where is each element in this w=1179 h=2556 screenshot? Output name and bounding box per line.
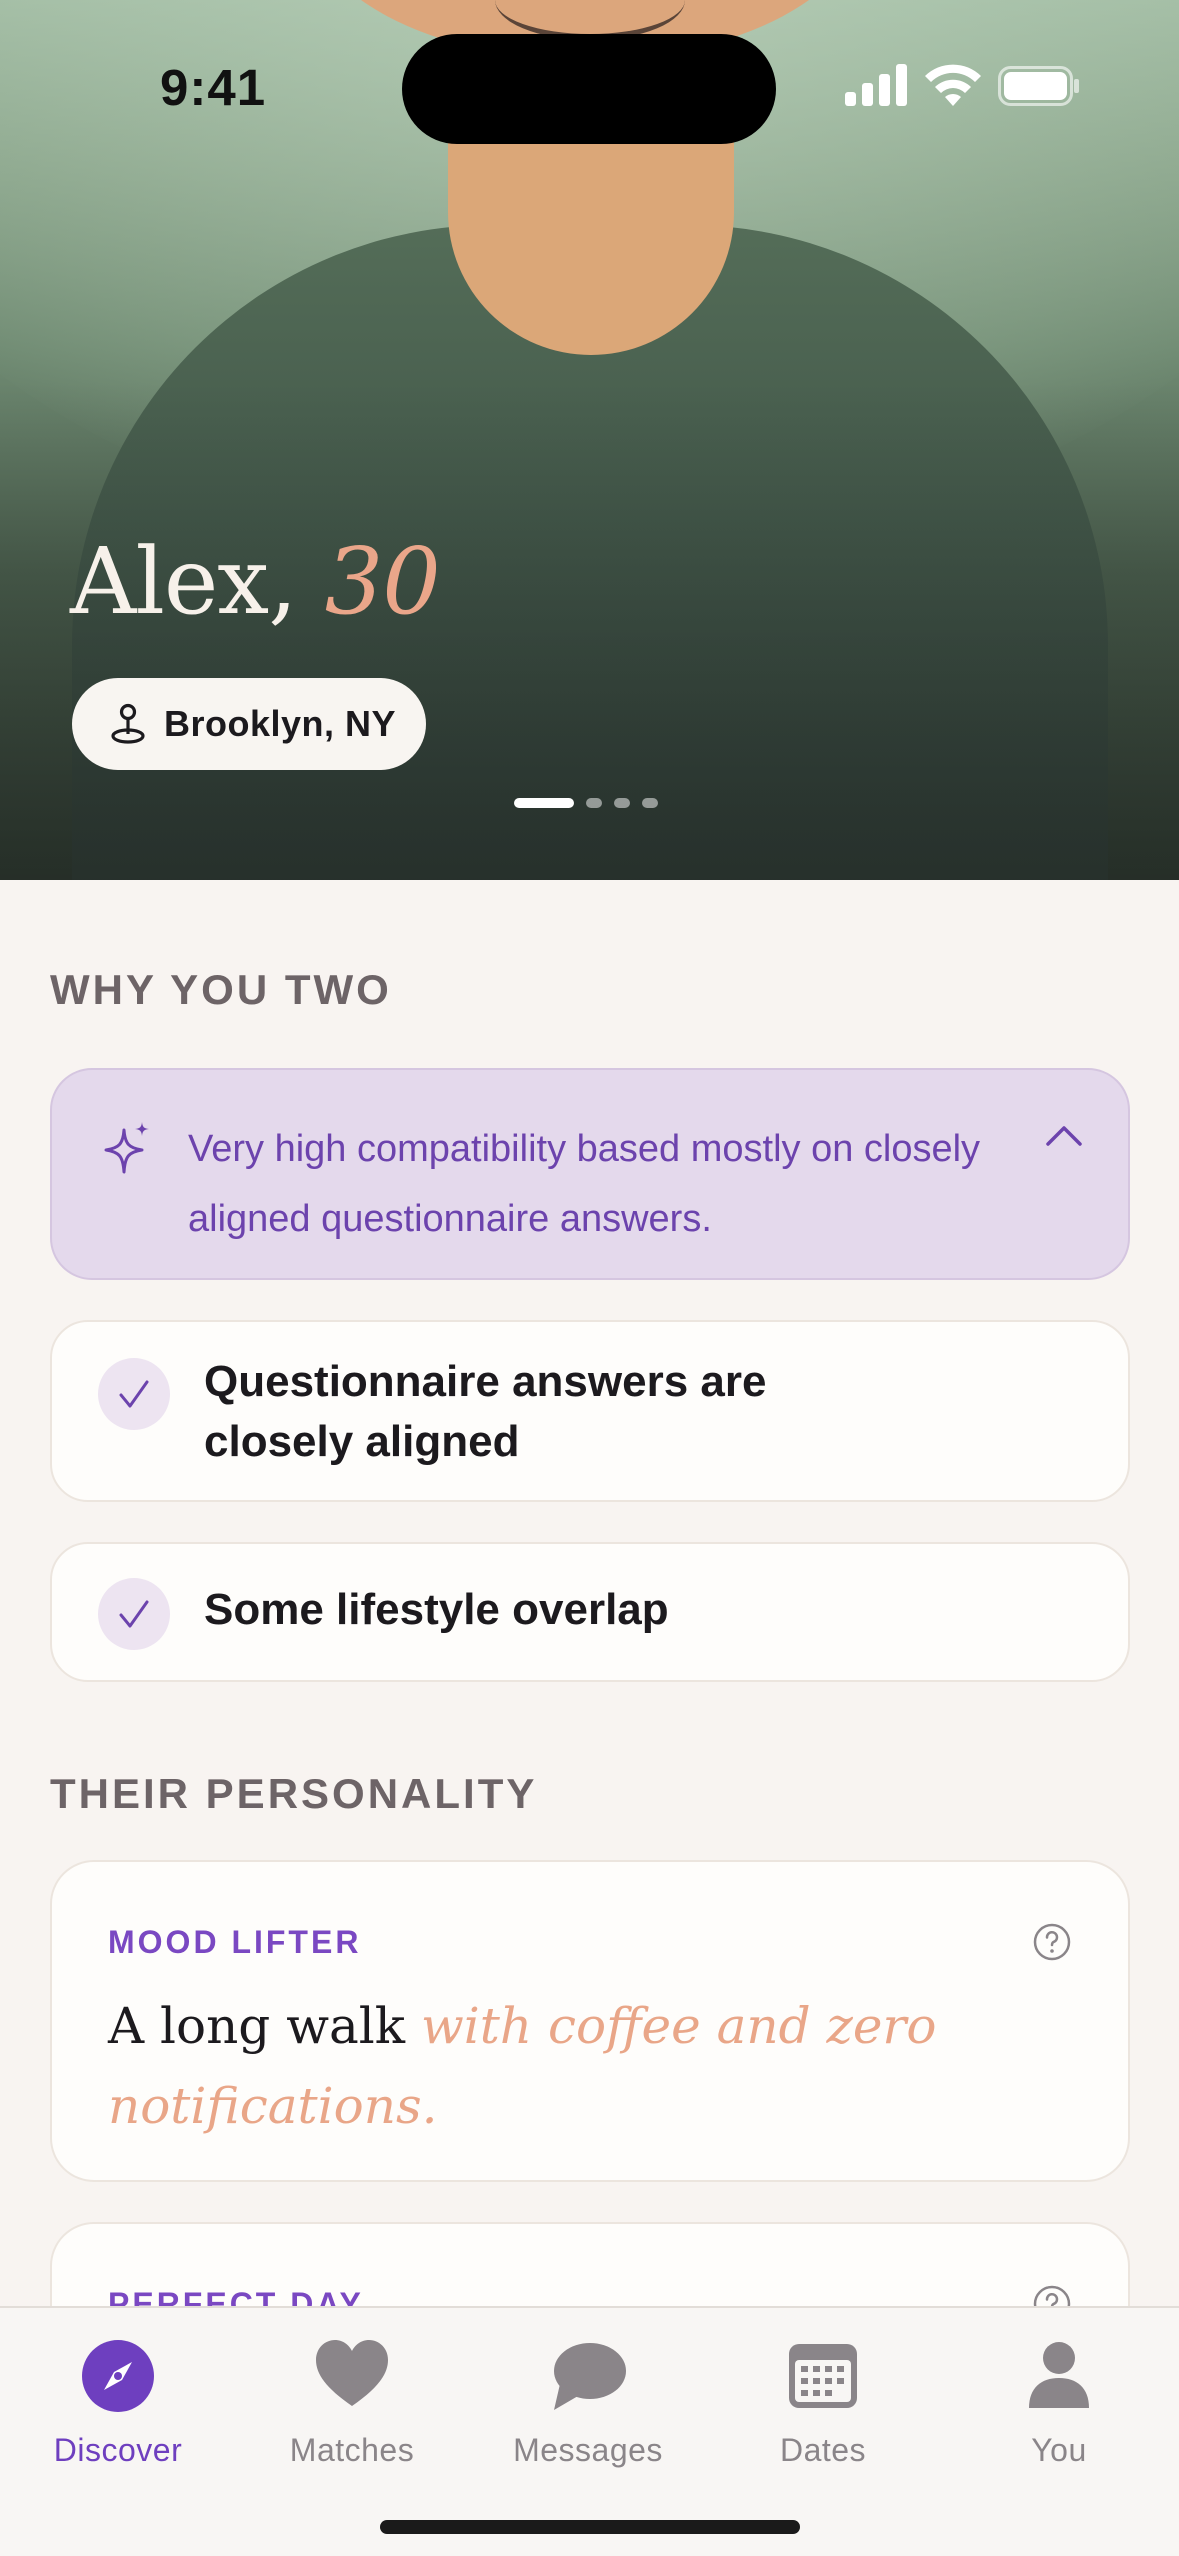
tab-label: Discover [53,2432,183,2468]
calendar-icon [789,2344,857,2408]
profile-age: 30 [324,528,441,635]
reason-item: Some lifestyle overlap [50,1542,1130,1682]
prompt-title: MOOD LIFTER [108,1924,362,1960]
reason-label: Questionnaire answers are closely aligne… [204,1352,766,1472]
photo-dot-2[interactable] [586,798,602,808]
tab-label: Matches [289,2432,415,2468]
reason-label: Some lifestyle overlap [204,1585,669,1634]
tab-bar: Discover Matches Messages Dates You [0,2306,1179,2556]
tab-dates[interactable]: Dates [723,2328,923,2478]
tab-matches[interactable]: Matches [252,2328,452,2478]
personality-prompt-card[interactable]: MOOD LIFTER A long walk with coffee and … [50,1860,1130,2182]
tab-label: You [1031,2432,1087,2468]
dynamic-island [402,34,776,144]
status-bar: 9:41 [0,0,1179,150]
compatibility-summary-card[interactable]: Very high compatibility based mostly on … [50,1068,1130,1280]
tab-messages[interactable]: Messages [488,2328,688,2478]
sparkle-icon [104,1122,149,1174]
battery-icon [998,66,1079,106]
help-circle-icon[interactable] [1032,1922,1072,1962]
checkmark-icon [119,1600,149,1628]
section-title-why-you-two: WHY YOU TWO [50,966,392,1013]
chat-bubble-icon [554,2343,626,2410]
status-time: 9:41 [160,59,267,116]
check-circle [98,1358,170,1430]
profile-name: Alex, [70,528,297,635]
reason-label-line-1: Questionnaire answers are [204,1357,767,1406]
photo-dot-4[interactable] [642,798,658,808]
cellular-signal-icon [845,64,907,106]
section-title-personality: THEIR PERSONALITY [50,1770,538,1817]
home-indicator [380,2520,800,2534]
wifi-icon [925,64,981,106]
prompt-answer: A long walk with coffee and zero notific… [108,1986,968,2146]
profile-name-age: Alex, 30 [70,528,441,635]
chevron-up-icon[interactable] [1044,1120,1084,1148]
person-icon [1029,2342,1089,2408]
photo-dot-1[interactable] [514,798,574,808]
tab-discover[interactable]: Discover [18,2328,218,2478]
prompt-answer-plain: A long walk [108,1997,421,2055]
location-label: Brooklyn, NY [164,703,397,744]
compatibility-summary-text: Very high compatibility based mostly on … [188,1128,981,1240]
photo-dot-3[interactable] [614,798,630,808]
location-pin-icon [111,703,145,744]
photo-page-indicator[interactable] [514,798,658,808]
check-circle [98,1578,170,1650]
reason-item: Questionnaire answers are closely aligne… [50,1320,1130,1502]
reason-label-line-2: closely aligned [204,1417,520,1466]
checkmark-icon [119,1380,149,1408]
tab-you[interactable]: You [959,2328,1159,2478]
tab-label: Messages [513,2432,663,2468]
heart-icon [316,2340,388,2406]
tab-label: Dates [779,2432,867,2468]
compass-icon [82,2340,154,2412]
location-badge: Brooklyn, NY [72,678,426,770]
